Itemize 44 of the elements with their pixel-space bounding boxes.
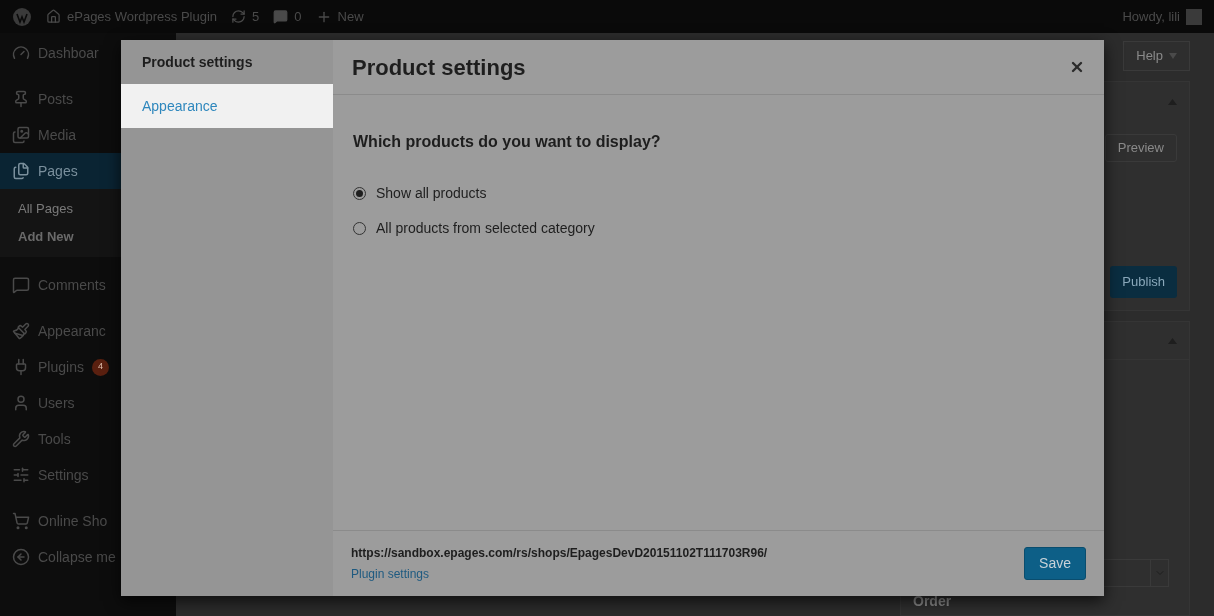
- menu-item[interactable]: Plugins 4: [0, 349, 176, 385]
- order-label: Order: [912, 593, 953, 611]
- comments-count[interactable]: 0: [294, 6, 302, 27]
- plugin-settings-link[interactable]: Plugin settings: [351, 565, 768, 583]
- updates-count[interactable]: 5: [252, 6, 260, 27]
- menu-item[interactable]: Users: [0, 385, 176, 421]
- menu-item[interactable]: Collapse me: [0, 539, 176, 575]
- modal-title: Product settings: [352, 53, 526, 82]
- cart-icon: [12, 512, 30, 530]
- home-icon[interactable]: [46, 9, 61, 24]
- close-icon[interactable]: [1069, 59, 1085, 75]
- menu-item[interactable]: Comments: [0, 267, 176, 303]
- pages-icon: [12, 162, 30, 180]
- avatar-icon[interactable]: [1186, 8, 1202, 25]
- option-label: All products from selected category: [376, 219, 595, 238]
- arrow-left-circle-icon: [12, 548, 30, 566]
- site-name-link[interactable]: ePages Wordpress Plugin: [67, 6, 218, 27]
- new-link[interactable]: New: [337, 6, 364, 27]
- comment-icon[interactable]: [273, 9, 289, 24]
- question-heading: Which products do you want to display?: [353, 132, 662, 152]
- user-icon: [12, 394, 30, 412]
- modal-menu-item[interactable]: Appearance: [121, 84, 333, 128]
- caret-down-icon: [1169, 53, 1177, 59]
- shop-url: https://sandbox.epages.com/rs/shops/EpagesDevD20151102T111703R96/: [351, 545, 768, 562]
- menu-item[interactable]: Tools: [0, 421, 176, 457]
- speech-bubble-icon: [12, 276, 30, 294]
- images-icon: [12, 126, 30, 144]
- pin-icon: [12, 90, 30, 108]
- menu-item[interactable]: Online Sho: [0, 503, 176, 539]
- gauge-icon: [12, 44, 30, 62]
- save-button[interactable]: Save: [1024, 547, 1086, 580]
- paintbrush-icon: [12, 322, 30, 340]
- wrench-icon: [12, 430, 30, 448]
- modal-menu-item[interactable]: Product settings: [121, 40, 333, 84]
- greeting-link[interactable]: Howdy, lili: [1122, 6, 1180, 27]
- publish-button[interactable]: Publish: [1110, 266, 1177, 298]
- count-badge: 4: [91, 358, 109, 376]
- wordpress-logo-icon[interactable]: [12, 6, 32, 27]
- option-label: Show all products: [376, 184, 487, 203]
- menu-item[interactable]: Appearanc: [0, 313, 176, 349]
- help-button[interactable]: Help: [1123, 41, 1190, 71]
- updates-icon[interactable]: [231, 9, 247, 24]
- menu-item[interactable]: Settings: [0, 457, 176, 493]
- sliders-icon: [12, 466, 30, 484]
